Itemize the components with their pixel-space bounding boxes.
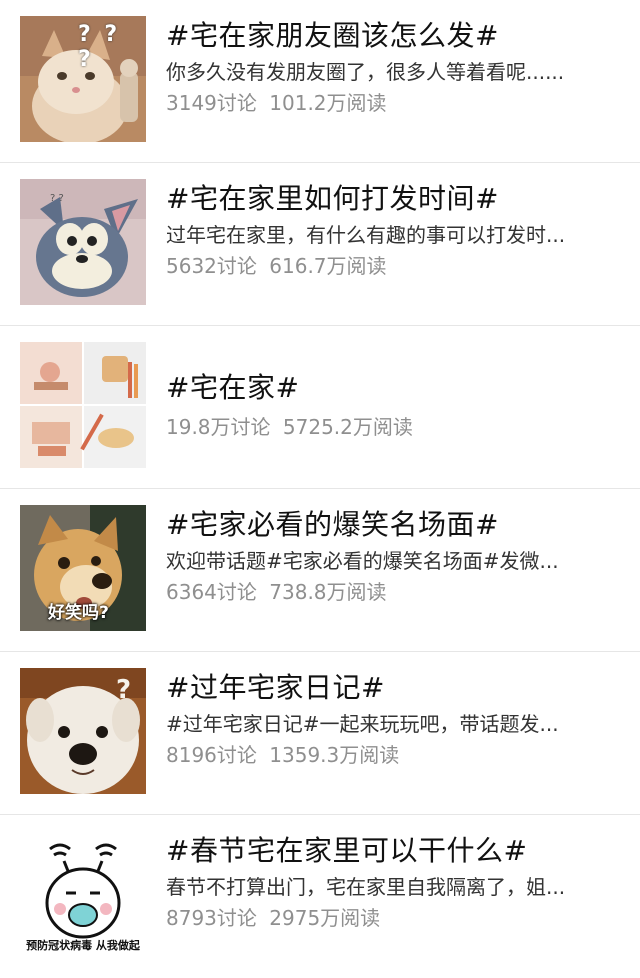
topic-list: ? ? ? #宅在家朋友圈该怎么发# 你多久没有发朋友圈了，很多人等着看呢...… [0, 0, 640, 978]
white-puppy-icon: ? [20, 668, 146, 794]
topic-item[interactable]: 好笑吗? #宅家必看的爆笑名场面# 欢迎带话题#宅家必看的爆笑名场面#发微...… [0, 489, 640, 652]
topic-text: #春节宅在家里可以干什么# 春节不打算出门，宅在家里自我隔离了，姐... 879… [166, 833, 620, 931]
read-count: 2975万阅读 [269, 906, 381, 930]
svg-text:?: ? [116, 675, 131, 705]
topic-stats: 8196讨论 1359.3万阅读 [166, 742, 620, 768]
read-count: 1359.3万阅读 [269, 743, 400, 767]
discussion-count: 5632讨论 [166, 254, 257, 278]
topic-title[interactable]: #宅家必看的爆笑名场面# [166, 507, 620, 543]
topic-item[interactable]: 预防冠状病毒 从我做起 #春节宅在家里可以干什么# 春节不打算出门，宅在家里自我… [0, 815, 640, 978]
thumb-caption: 预防冠状病毒 从我做起 [26, 939, 140, 952]
topic-text: #宅在家朋友圈该怎么发# 你多久没有发朋友圈了，很多人等着看呢...... 31… [166, 18, 620, 116]
discussion-count: 8793讨论 [166, 906, 257, 930]
topic-stats: 3149讨论 101.2万阅读 [166, 90, 620, 116]
topic-item[interactable]: #宅在家# 19.8万讨论 5725.2万阅读 [0, 326, 640, 489]
topic-description: 春节不打算出门，宅在家里自我隔离了，姐... [166, 875, 566, 899]
topic-title[interactable]: #春节宅在家里可以干什么# [166, 833, 620, 869]
topic-text: #宅在家# 19.8万讨论 5725.2万阅读 [166, 370, 620, 440]
topic-stats: 5632讨论 616.7万阅读 [166, 253, 620, 279]
read-count: 101.2万阅读 [269, 91, 387, 115]
discussion-count: 19.8万讨论 [166, 415, 271, 439]
topic-title[interactable]: #宅在家朋友圈该怎么发# [166, 18, 620, 54]
topic-text: #宅在家里如何打发时间# 过年宅在家里，有什么有趣的事可以打发时... 5632… [166, 181, 620, 279]
topic-stats: 19.8万讨论 5725.2万阅读 [166, 414, 620, 440]
read-count: 616.7万阅读 [269, 254, 387, 278]
topic-item[interactable]: ? #过年宅家日记# #过年宅家日记#一起来玩玩吧，带话题发... 8196讨论… [0, 652, 640, 815]
discussion-count: 8196讨论 [166, 743, 257, 767]
topic-item[interactable]: ? ? ? #宅在家朋友圈该怎么发# 你多久没有发朋友圈了，很多人等着看呢...… [0, 0, 640, 163]
cartoon-cat-icon: ? ? [20, 179, 146, 305]
read-count: 738.8万阅读 [269, 580, 387, 604]
topic-description: #过年宅家日记#一起来玩玩吧，带话题发... [166, 712, 559, 736]
topic-text: #宅家必看的爆笑名场面# 欢迎带话题#宅家必看的爆笑名场面#发微... 6364… [166, 507, 620, 605]
topic-title[interactable]: #过年宅家日记# [166, 670, 620, 706]
topic-description: 过年宅在家里，有什么有趣的事可以打发时... [166, 223, 566, 247]
discussion-count: 3149讨论 [166, 91, 257, 115]
thumb-caption: ? ? ? [78, 22, 121, 72]
topic-title[interactable]: #宅在家# [166, 370, 620, 406]
read-count: 5725.2万阅读 [282, 415, 413, 439]
topic-title[interactable]: #宅在家里如何打发时间# [166, 181, 620, 217]
topic-stats: 6364讨论 738.8万阅读 [166, 579, 620, 605]
topic-stats: 8793讨论 2975万阅读 [166, 905, 620, 931]
masked-character-icon: 预防冠状病毒 从我做起 [20, 831, 146, 957]
thumb-caption: 好笑吗? [48, 603, 109, 623]
topic-text: #过年宅家日记# #过年宅家日记#一起来玩玩吧，带话题发... 8196讨论 1… [166, 670, 620, 768]
topic-item[interactable]: ? ? #宅在家里如何打发时间# 过年宅在家里，有什么有趣的事可以打发时... … [0, 163, 640, 326]
surprised-dog-icon: 好笑吗? [20, 505, 146, 631]
discussion-count: 6364讨论 [166, 580, 257, 604]
topic-description: 你多久没有发朋友圈了，很多人等着看呢...... [166, 60, 565, 84]
topic-description: 欢迎带话题#宅家必看的爆笑名场面#发微... [166, 549, 559, 573]
svg-text:? ?: ? ? [50, 193, 64, 204]
confused-cat-icon: ? ? ? [20, 16, 146, 142]
home-illustrations-collage-icon [20, 342, 146, 468]
